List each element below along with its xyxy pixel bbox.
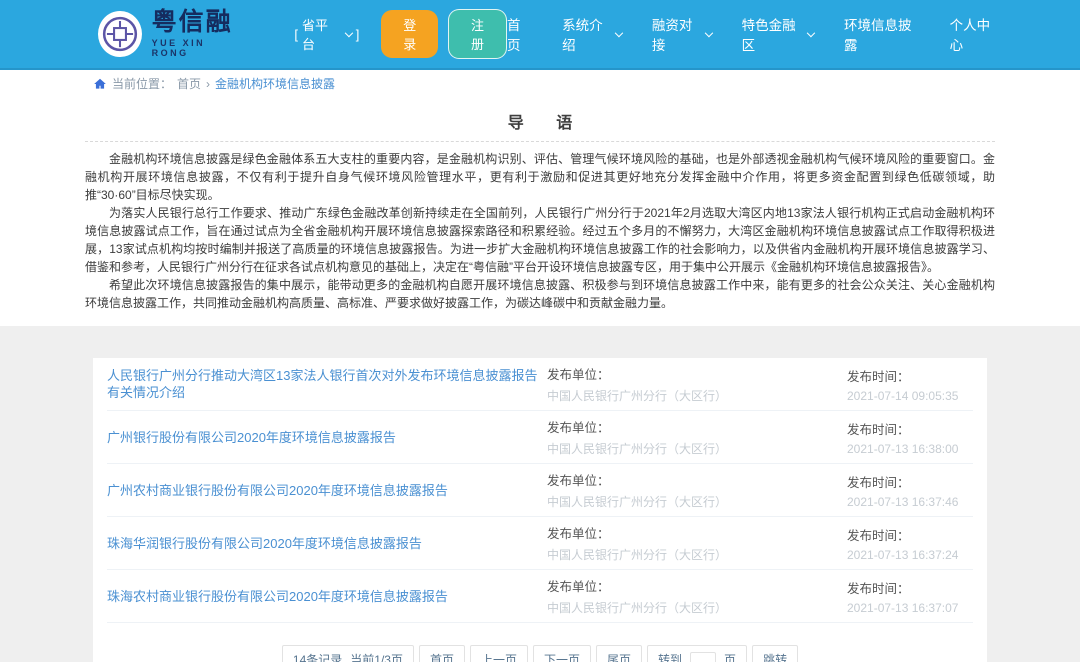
goto-label: 转到 bbox=[658, 651, 682, 662]
nav-label: 个人中心 bbox=[950, 14, 1000, 54]
last-page-button[interactable]: 尾页 bbox=[596, 645, 642, 662]
next-page-button[interactable]: 下一页 bbox=[533, 645, 591, 662]
breadcrumb-prefix: 当前位置： bbox=[112, 75, 172, 92]
nav-item-system-intro[interactable]: 系统介绍 bbox=[562, 14, 622, 54]
table-row: 人民银行广州分行推动大湾区13家法人银行首次对外发布环境信息披露报告有关情况介绍… bbox=[107, 358, 973, 411]
nav-item-special-finance-zone[interactable]: 特色金融区 bbox=[742, 14, 814, 54]
nav-label: 首页 bbox=[507, 14, 532, 54]
publish-time-column: 发布时间： 2021-07-14 09:05:35 bbox=[847, 366, 973, 403]
prev-page-button[interactable]: 上一页 bbox=[470, 645, 528, 662]
records-count: 14条记录 bbox=[293, 651, 342, 662]
report-title-link[interactable]: 珠海农村商业银行股份有限公司2020年度环境信息披露报告 bbox=[107, 588, 539, 605]
publish-time-column: 发布时间： 2021-07-13 16:38:00 bbox=[847, 419, 973, 456]
page-number-input[interactable] bbox=[690, 652, 716, 662]
unit-label: 发布单位： bbox=[547, 364, 847, 383]
current-page-indicator: 当前1/3页 bbox=[350, 651, 403, 662]
unit-value: 中国人民银行广州分行（大区行） bbox=[547, 599, 847, 616]
publish-time-column: 发布时间： 2021-07-13 16:37:24 bbox=[847, 525, 973, 562]
publish-time-column: 发布时间： 2021-07-13 16:37:46 bbox=[847, 472, 973, 509]
breadcrumb: 当前位置： 首页 › 金融机构环境信息披露 bbox=[0, 70, 1080, 97]
nav-label: 特色金融区 bbox=[742, 14, 805, 54]
unit-label: 发布单位： bbox=[547, 576, 847, 595]
pagination: 14条记录 当前1/3页 首页 上一页 下一页 尾页 转到 页 跳转 bbox=[107, 623, 973, 662]
brand-text: 粤信融 YUE XIN RONG bbox=[152, 10, 243, 57]
intro-paragraph: 希望此次环境信息披露报告的集中展示，能带动更多的金融机构自愿开展环境信息披露、积… bbox=[85, 276, 995, 312]
intro-section: 导 语 金融机构环境信息披露是绿色金融体系五大支柱的重要内容，是金融机构识别、评… bbox=[0, 97, 1080, 326]
publish-unit-column: 发布单位： 中国人民银行广州分行（大区行） bbox=[547, 576, 847, 616]
bracket-left: [ bbox=[294, 27, 298, 42]
table-row: 广州农村商业银行股份有限公司2020年度环境信息披露报告 发布单位： 中国人民银… bbox=[107, 464, 973, 517]
main-navigation: 首页 系统介绍 融资对接 特色金融区 环境信息披露 个人中心 bbox=[507, 14, 1000, 54]
platform-label: 省平台 bbox=[302, 15, 338, 53]
nav-item-environment-disclosure[interactable]: 环境信息披露 bbox=[844, 14, 920, 54]
nav-label: 环境信息披露 bbox=[844, 14, 920, 54]
first-page-button[interactable]: 首页 bbox=[419, 645, 465, 662]
unit-value: 中国人民银行广州分行（大区行） bbox=[547, 440, 847, 457]
chevron-down-icon bbox=[345, 28, 353, 36]
intro-paragraph: 金融机构环境信息披露是绿色金融体系五大支柱的重要内容，是金融机构识别、评估、管理… bbox=[85, 150, 995, 204]
table-row: 珠海农村商业银行股份有限公司2020年度环境信息披露报告 发布单位： 中国人民银… bbox=[107, 570, 973, 623]
login-button[interactable]: 登录 bbox=[381, 10, 438, 58]
nav-item-financing[interactable]: 融资对接 bbox=[652, 14, 712, 54]
jump-button[interactable]: 跳转 bbox=[752, 645, 798, 662]
report-title-link[interactable]: 广州农村商业银行股份有限公司2020年度环境信息披露报告 bbox=[107, 482, 539, 499]
publish-unit-column: 发布单位： 中国人民银行广州分行（大区行） bbox=[547, 523, 847, 563]
report-list-card: 人民银行广州分行推动大湾区13家法人银行首次对外发布环境信息披露报告有关情况介绍… bbox=[93, 358, 987, 662]
pagination-summary: 14条记录 当前1/3页 bbox=[282, 645, 414, 662]
chevron-down-icon bbox=[705, 28, 713, 36]
unit-label: 发布单位： bbox=[547, 417, 847, 436]
time-label: 发布时间： bbox=[847, 525, 973, 544]
time-label: 发布时间： bbox=[847, 472, 973, 491]
table-row: 广州银行股份有限公司2020年度环境信息披露报告 发布单位： 中国人民银行广州分… bbox=[107, 411, 973, 464]
publish-unit-column: 发布单位： 中国人民银行广州分行（大区行） bbox=[547, 470, 847, 510]
top-header: 粤信融 YUE XIN RONG [ 省平台 ] 登录 注册 首页 系统介绍 融… bbox=[0, 0, 1080, 70]
seal-emblem-icon bbox=[101, 15, 139, 53]
time-value: 2021-07-13 16:38:00 bbox=[847, 442, 973, 456]
report-title-link[interactable]: 广州银行股份有限公司2020年度环境信息披露报告 bbox=[107, 429, 539, 446]
brand-logo-coin-icon bbox=[98, 11, 142, 57]
publish-time-column: 发布时间： 2021-07-13 16:37:07 bbox=[847, 578, 973, 615]
content-area: 人民银行广州分行推动大湾区13家法人银行首次对外发布环境信息披露报告有关情况介绍… bbox=[0, 326, 1080, 662]
unit-value: 中国人民银行广州分行（大区行） bbox=[547, 387, 847, 404]
register-button[interactable]: 注册 bbox=[448, 9, 507, 59]
time-value: 2021-07-13 16:37:07 bbox=[847, 601, 973, 615]
time-label: 发布时间： bbox=[847, 578, 973, 597]
brand: 粤信融 YUE XIN RONG bbox=[98, 10, 242, 57]
brand-name-en: YUE XIN RONG bbox=[152, 38, 243, 58]
report-title-link[interactable]: 珠海华润银行股份有限公司2020年度环境信息披露报告 bbox=[107, 535, 539, 552]
dashed-divider bbox=[85, 141, 995, 142]
page-unit-label: 页 bbox=[724, 651, 736, 662]
time-value: 2021-07-13 16:37:24 bbox=[847, 548, 973, 562]
goto-page-group: 转到 页 bbox=[647, 645, 747, 662]
nav-label: 系统介绍 bbox=[562, 14, 612, 54]
intro-paragraph: 为落实人民银行总行工作要求、推动广东绿色金融改革创新持续走在全国前列，人民银行广… bbox=[85, 204, 995, 276]
page: 粤信融 YUE XIN RONG [ 省平台 ] 登录 注册 首页 系统介绍 融… bbox=[0, 0, 1080, 662]
brand-name: 粤信融 bbox=[152, 10, 243, 36]
bracket-right: ] bbox=[356, 27, 360, 42]
breadcrumb-home-link[interactable]: 首页 bbox=[177, 75, 201, 92]
platform-selector[interactable]: [ 省平台 ] bbox=[294, 15, 359, 53]
nav-item-home[interactable]: 首页 bbox=[507, 14, 532, 54]
unit-value: 中国人民银行广州分行（大区行） bbox=[547, 546, 847, 563]
time-value: 2021-07-14 09:05:35 bbox=[847, 389, 973, 403]
publish-unit-column: 发布单位： 中国人民银行广州分行（大区行） bbox=[547, 364, 847, 404]
chevron-down-icon bbox=[807, 28, 815, 36]
time-label: 发布时间： bbox=[847, 366, 973, 385]
nav-label: 融资对接 bbox=[652, 14, 702, 54]
report-title-link[interactable]: 人民银行广州分行推动大湾区13家法人银行首次对外发布环境信息披露报告有关情况介绍 bbox=[107, 367, 539, 401]
publish-unit-column: 发布单位： 中国人民银行广州分行（大区行） bbox=[547, 417, 847, 457]
intro-title: 导 语 bbox=[85, 109, 995, 133]
unit-label: 发布单位： bbox=[547, 470, 847, 489]
time-label: 发布时间： bbox=[847, 419, 973, 438]
table-row: 珠海华润银行股份有限公司2020年度环境信息披露报告 发布单位： 中国人民银行广… bbox=[107, 517, 973, 570]
home-icon bbox=[93, 77, 107, 91]
unit-label: 发布单位： bbox=[547, 523, 847, 542]
breadcrumb-separator: › bbox=[206, 77, 210, 91]
time-value: 2021-07-13 16:37:46 bbox=[847, 495, 973, 509]
chevron-down-icon bbox=[615, 28, 623, 36]
nav-item-personal-center[interactable]: 个人中心 bbox=[950, 14, 1000, 54]
breadcrumb-current-page[interactable]: 金融机构环境信息披露 bbox=[215, 75, 335, 92]
unit-value: 中国人民银行广州分行（大区行） bbox=[547, 493, 847, 510]
